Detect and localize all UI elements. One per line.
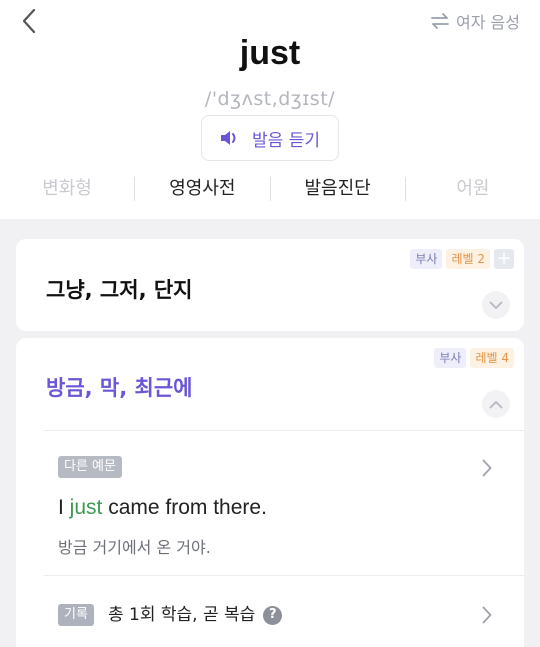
study-record-button[interactable] <box>482 606 492 628</box>
level-badge: 레벨 2 <box>446 249 490 269</box>
example-sentence: I just came from there. <box>58 496 267 520</box>
speaker-icon <box>221 131 236 145</box>
chevron-right-icon <box>482 606 492 624</box>
listen-pronunciation-button[interactable]: 발음 듣기 <box>201 115 339 161</box>
listen-label: 발음 듣기 <box>252 130 320 151</box>
divider <box>44 575 524 576</box>
tab-pronunciation-check[interactable]: 발음진단 <box>271 172 405 206</box>
swap-arrows-icon <box>431 13 449 29</box>
divider <box>44 430 524 431</box>
tab-english-dictionary[interactable]: 영영사전 <box>135 172 269 206</box>
study-record: 총 1회 학습, 곧 복습 ? <box>108 604 283 626</box>
record-tag: 기록 <box>58 604 94 626</box>
meaning-badges: 부사 레벨 2 + <box>410 249 514 269</box>
example-text: I <box>58 496 70 519</box>
chevron-up-icon <box>489 400 503 408</box>
voice-toggle[interactable]: 여자 음성 <box>430 10 520 32</box>
meaning-card-1[interactable]: 부사 레벨 2 + 그냥, 그저, 단지 <box>16 239 524 331</box>
other-example-button[interactable] <box>482 459 492 481</box>
voice-label: 여자 음성 <box>456 13 520 32</box>
other-example-tag: 다른 예문 <box>58 456 122 478</box>
add-word-button[interactable]: + <box>494 249 514 269</box>
tab-inflections[interactable]: 변화형 <box>0 172 134 206</box>
example-highlight: just <box>69 496 103 519</box>
level-badge: 레벨 4 <box>470 348 514 368</box>
help-icon[interactable]: ? <box>263 605 283 625</box>
part-of-speech-badge: 부사 <box>410 249 443 269</box>
back-button[interactable] <box>14 6 44 36</box>
meaning-card-2[interactable]: 부사 레벨 4 방금, 막, 최근에 다른 예문 I just came fro… <box>16 338 524 647</box>
collapse-button[interactable] <box>482 390 510 418</box>
headword: just <box>239 34 301 72</box>
chevron-right-icon <box>482 459 492 477</box>
chevron-down-icon <box>489 301 503 309</box>
part-of-speech-badge: 부사 <box>434 348 467 368</box>
phonetic-transcription: /'dʒʌst,dʒɪst/ <box>204 88 336 110</box>
meaning-text: 그냥, 그저, 단지 <box>46 278 193 302</box>
word-header: 여자 음성 just /'dʒʌst,dʒɪst/ 발음 듣기 변화형 영영사전… <box>0 0 540 219</box>
example-text: came from there. <box>102 496 267 519</box>
tab-etymology[interactable]: 어원 <box>406 172 540 206</box>
expand-button[interactable] <box>482 291 510 319</box>
plus-icon: + <box>496 248 512 269</box>
meaning-badges: 부사 레벨 4 <box>434 348 514 368</box>
study-record-text: 총 1회 학습, 곧 복습 <box>108 605 256 625</box>
example-translation: 방금 거기에서 온 거야. <box>58 538 211 557</box>
dictionary-tabs: 변화형 영영사전 발음진단 어원 <box>0 172 540 206</box>
back-arrow-icon <box>22 8 36 34</box>
meaning-text: 방금, 막, 최근에 <box>46 376 193 400</box>
